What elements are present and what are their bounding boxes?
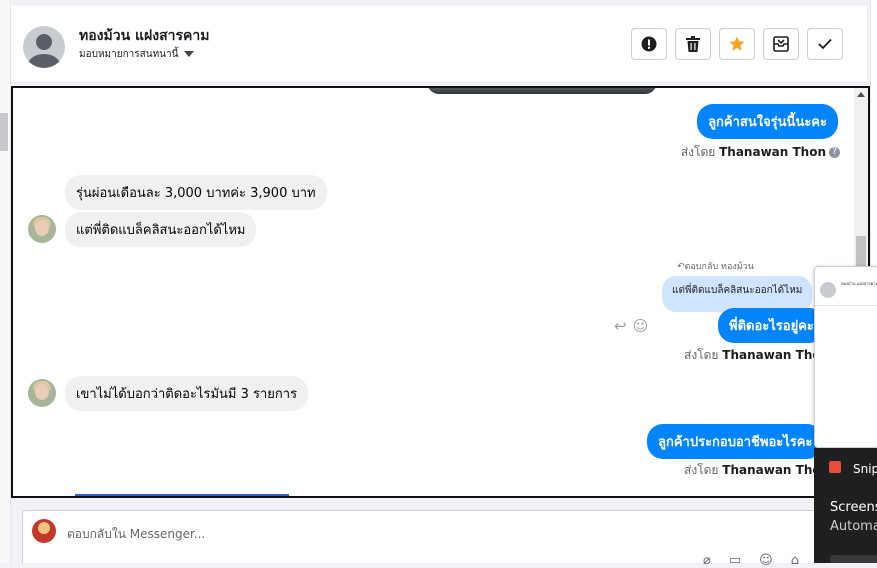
sent-by-name: Thanawan Thon [719,145,826,159]
message-bubble-outgoing[interactable]: ลูกค้าสนใจรุ่นนี้นะคะ [697,104,838,139]
snip-notification[interactable]: Snip Screens Automa [814,448,877,563]
composer-tools: ⌀ ▭ ☺ ⌂ [703,553,799,568]
popup-chat-window[interactable]: ทองม้วน แฝงสารคาม [814,266,877,448]
sender-avatar[interactable] [28,215,56,243]
avatar-face-shape [35,384,49,400]
message-actions: ↩ ☺ [614,317,648,335]
message-bubble-outgoing[interactable]: พี่ติดอะไรอยู่คะ [718,308,825,343]
reply-composer: ตอบกลับใน Messenger... ⌀ ▭ ☺ ⌂ [22,510,822,568]
reply-input[interactable]: ตอบกลับใน Messenger... [67,525,205,544]
message-bubble-incoming[interactable]: รุ่นผ่อนเดือนละ 3,000 บาทค่ะ 3,900 บาท [65,175,327,210]
snip-action-button[interactable] [830,555,877,563]
message-bubble-incoming[interactable]: เขาไม่ได้บอกว่าติดอะไรมันมี 3 รายการ [65,376,309,411]
conversation-header: ทองม้วน แฝงสารคาม มอบหมายการสนทนานี้ [11,6,867,83]
message-thread[interactable]: ลูกค้าสนใจรุ่นนี้นะคะ ส่งโดย Thanawan Th… [11,86,870,498]
attachment-preview[interactable] [75,494,289,496]
left-panel-edge [0,0,11,563]
sent-by-label: ส่งโดย Thanawan Thon [684,346,829,365]
sent-by-label: ส่งโดย Thanawan Thon [684,461,829,480]
snip-subheading: Automa [830,519,877,534]
contact-name[interactable]: ทองม้วน แฝงสารคาม [79,25,209,47]
header-actions [631,28,843,60]
scroll-up-arrow-icon[interactable] [857,92,865,97]
avatar-face-shape [35,220,49,236]
left-scrollbar-thumb[interactable] [0,113,8,151]
attach-icon[interactable]: ⌀ [703,553,711,568]
sent-by-prefix: ส่งโดย [680,145,716,159]
quoted-message[interactable]: แต่พี่ติดแบล็คลิสนะออกได้ไหม [662,276,813,312]
star-button[interactable] [719,28,755,60]
archive-icon [773,36,789,52]
sent-by-prefix: ส่งโดย [684,463,719,477]
reply-note: ↶ตอบกลับ ทองม้วน [677,259,754,273]
like-icon[interactable]: ⌂ [791,553,799,568]
shared-image-preview[interactable] [427,88,657,94]
right-panel-edge [870,0,877,266]
reply-arrow-icon: ↶ [677,262,685,272]
sent-by-prefix: ส่งโดย [684,348,719,362]
assign-dropdown[interactable]: มอบหมายการสนทนานี้ [79,47,195,62]
page-avatar [32,519,56,543]
spam-button[interactable] [631,28,667,60]
delete-button[interactable] [675,28,711,60]
message-bubble-outgoing[interactable]: ลูกค้าประกอบอาชีพอะไรคะ [647,424,824,459]
archive-button[interactable] [763,28,799,60]
help-icon[interactable]: ? [829,147,840,158]
avatar-head-shape [36,34,52,50]
trash-icon [686,36,700,52]
popup-contact-name: ทองม้วน แฝงสารคาม [841,281,877,286]
avatar-body-shape [28,54,60,68]
sender-avatar[interactable] [28,379,56,407]
caret-down-icon [184,51,195,57]
avatar-face-shape [38,522,50,534]
alert-circle-icon [641,36,657,52]
check-icon [818,38,832,50]
sent-by-label: ส่งโดย Thanawan Thon? [681,143,840,162]
snip-heading: Screens [830,500,877,515]
contact-avatar[interactable] [23,26,65,68]
star-icon [729,36,745,51]
snip-app-icon [829,461,841,473]
popup-avatar [820,282,836,298]
done-button[interactable] [807,28,843,60]
emoji-icon[interactable]: ☺ [759,553,773,568]
popup-divider [815,305,877,306]
emoji-react-icon[interactable]: ☺ [633,317,649,335]
snip-app-title: Snip [853,462,877,476]
page: ทองม้วน แฝงสารคาม มอบหมายการสนทนานี้ ลูก… [0,0,877,568]
reply-icon[interactable]: ↩ [614,317,627,335]
assign-label: มอบหมายการสนทนานี้ [79,49,179,60]
message-bubble-incoming[interactable]: แต่พี่ติดแบล็คลิสนะออกได้ไหม [65,212,257,247]
reply-note-text: ตอบกลับ ทองม้วน [684,262,754,272]
saved-reply-icon[interactable]: ▭ [729,553,741,568]
